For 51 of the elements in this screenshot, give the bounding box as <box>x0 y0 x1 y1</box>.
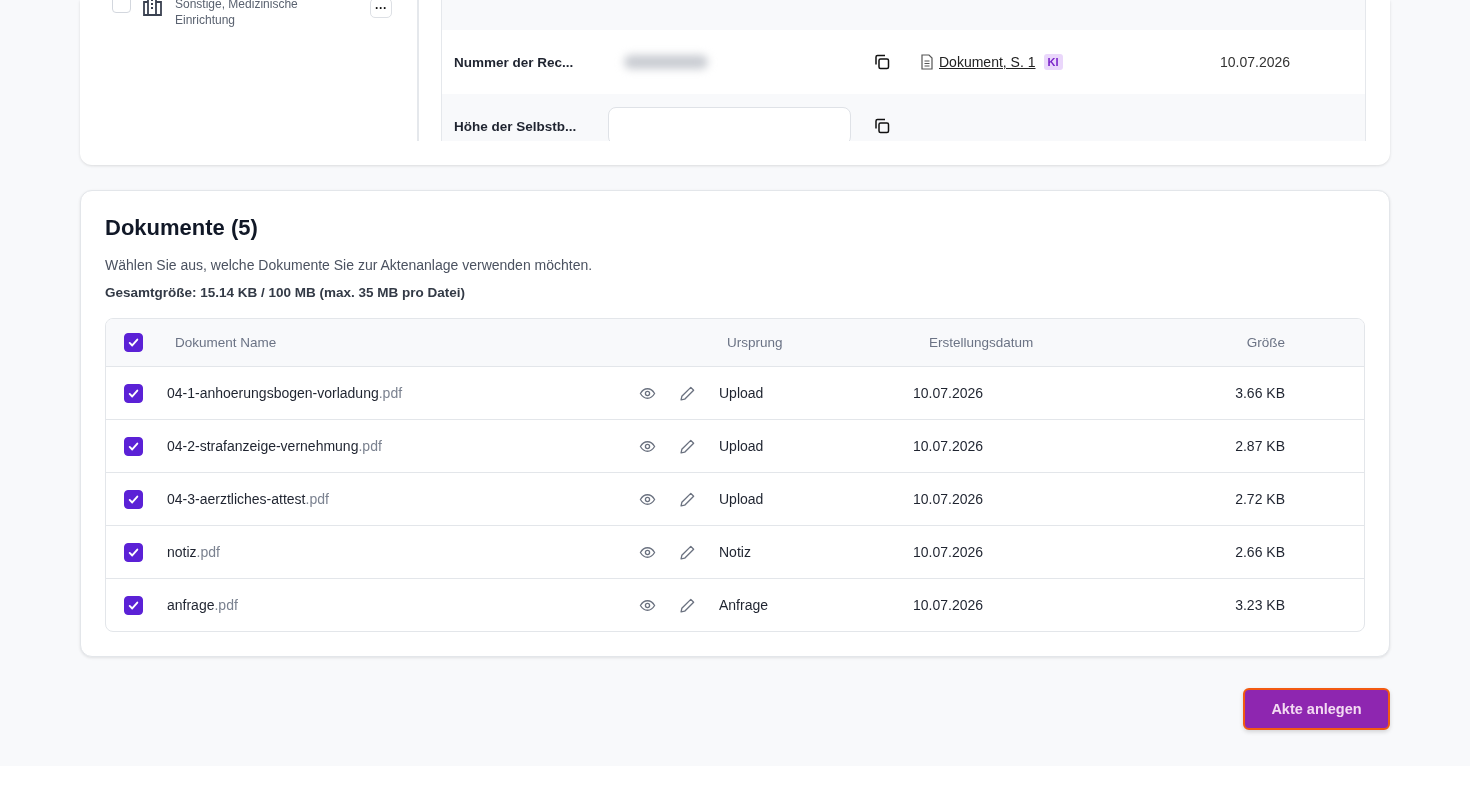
ai-badge: KI <box>1043 54 1063 70</box>
file-name: 04-1-anhoerungsbogen-vorladung.pdf <box>166 385 404 401</box>
building-icon <box>142 0 164 16</box>
checkbox[interactable] <box>123 333 143 352</box>
table-cell-text: Anfrage <box>719 597 770 613</box>
more-button[interactable]: ··· <box>370 0 392 18</box>
file-name: 04-3-aerztliches-attest.pdf <box>166 491 330 507</box>
field-date: 10.07.2026 <box>1220 54 1292 70</box>
pencil-icon[interactable] <box>679 490 696 508</box>
submit-button[interactable]: Akte anlegen <box>1243 688 1390 730</box>
table-cell-text: 2.66 KB <box>1234 544 1285 560</box>
table-cell-text: 10.07.2026 <box>913 544 985 560</box>
table-cell-text: 10.07.2026 <box>913 385 985 401</box>
pencil-icon[interactable] <box>679 543 696 561</box>
file-name: notiz.pdf <box>166 544 221 560</box>
pencil-icon[interactable] <box>679 596 696 614</box>
table-cell-text: 10.07.2026 <box>913 438 985 454</box>
checkbox[interactable] <box>123 595 143 615</box>
table-cell-text: 2.72 KB <box>1234 491 1285 507</box>
file-name: anfrage.pdf <box>166 597 239 613</box>
checkbox[interactable] <box>123 542 143 562</box>
entity-label: Sonstige, Medizinische Einrichtung <box>175 0 299 28</box>
table-cell-text: Notiz <box>719 544 752 560</box>
column-header: Erstellungsdatum <box>928 335 1035 350</box>
table-cell-text: Upload <box>719 438 765 454</box>
table-cell-text: Upload <box>719 491 765 507</box>
document-icon <box>920 54 934 70</box>
table-cell-text: 10.07.2026 <box>913 491 985 507</box>
table-cell-text: 10.07.2026 <box>913 597 985 613</box>
checkbox[interactable] <box>123 489 143 509</box>
table-cell-text: 3.66 KB <box>1234 385 1285 401</box>
source-link[interactable]: Dokument, S. 1 <box>939 54 1036 70</box>
table-cell-text: 3.23 KB <box>1234 597 1285 613</box>
checkbox[interactable] <box>123 383 143 403</box>
copy-icon[interactable] <box>874 54 890 70</box>
total-size-text: Gesamtgröße: 15.14 KB / 100 MB (max. 35 MB pro Datei) <box>105 285 467 300</box>
column-header: Ursprung <box>726 335 784 350</box>
copy-icon[interactable] <box>874 118 890 134</box>
field-label: Höhe der Selbstb... <box>454 118 578 134</box>
pencil-icon[interactable] <box>679 437 696 455</box>
input-field[interactable] <box>608 107 851 141</box>
description-text: Wählen Sie aus, welche Dokumente Sie zur Aktenanlage verwenden möchten. <box>105 257 594 273</box>
checkbox[interactable] <box>123 436 143 456</box>
table-cell-text: Upload <box>719 385 765 401</box>
table-cell-text: 2.87 KB <box>1234 438 1285 454</box>
file-name: 04-2-strafanzeige-vernehmung.pdf <box>166 438 383 454</box>
column-header: Größe <box>1245 335 1285 350</box>
field-label: Nummer der Rec... <box>454 54 575 70</box>
section-title: Dokumente (5) <box>105 215 258 241</box>
column-header: Dokument Name <box>174 335 278 350</box>
pencil-icon[interactable] <box>679 384 696 402</box>
